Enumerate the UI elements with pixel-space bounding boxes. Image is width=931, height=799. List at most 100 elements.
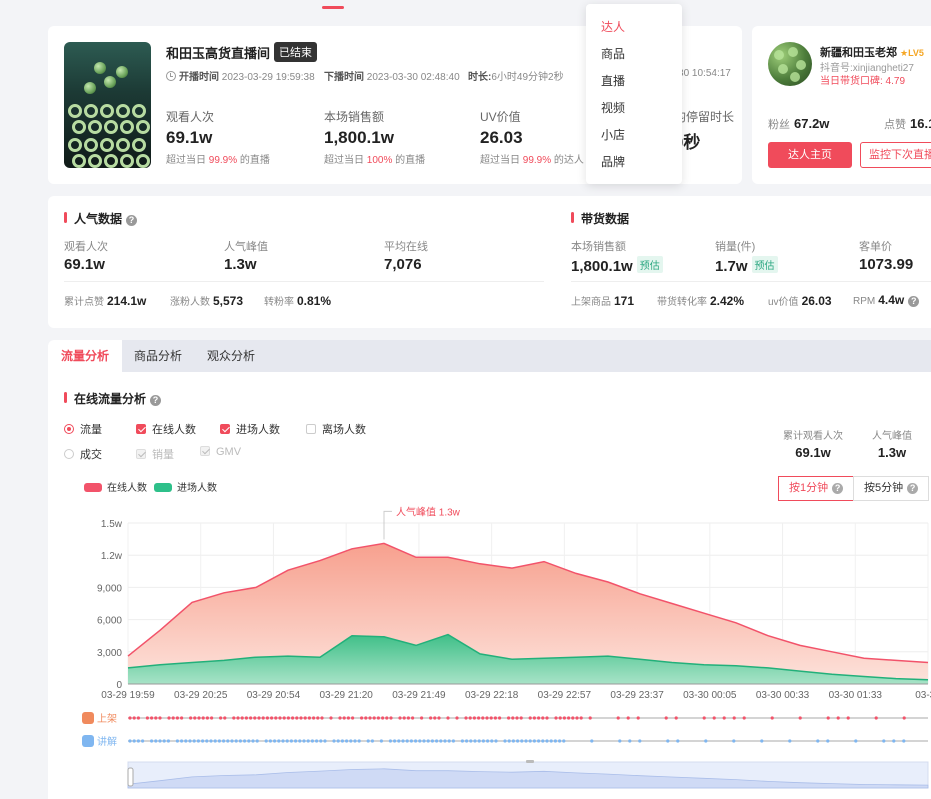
explain-row-dot: [481, 739, 485, 743]
x-tick-label: 03-29 23:37: [610, 690, 664, 701]
menu-item-live[interactable]: 直播: [601, 72, 625, 89]
x-tick-label: 03-29 21:20: [319, 690, 373, 701]
x-tick-label: 03-29 22:18: [465, 690, 519, 701]
listing-row-dot: [316, 716, 320, 720]
listing-row-dot: [579, 716, 583, 720]
listing-row-dot: [385, 716, 389, 720]
explain-row-dot: [388, 739, 392, 743]
x-tick-label: 03-30 01:33: [829, 690, 883, 701]
explain-row-dot: [401, 739, 405, 743]
explain-row-dot: [447, 739, 451, 743]
explain-row-dot: [503, 739, 507, 743]
explain-row-dot: [319, 739, 323, 743]
listing-row-dot: [346, 716, 350, 720]
y-tick-label: 1.5w: [101, 519, 123, 530]
explain-row-dot: [618, 739, 622, 743]
explain-row-dot: [760, 739, 764, 743]
listing-row-dot: [433, 716, 437, 720]
explain-row-dot: [537, 739, 541, 743]
traffic-chart[interactable]: 03,0006,0009,0001.2w1.5w03-29 19:59 03-29…: [0, 0, 931, 799]
explain-row-dot: [289, 739, 293, 743]
explain-row-dot: [247, 739, 251, 743]
explain-row-dot: [336, 739, 340, 743]
explain-row-dot: [230, 739, 234, 743]
listing-row-dot: [342, 716, 346, 720]
explain-row-dot: [469, 739, 473, 743]
explain-row-dot: [520, 739, 524, 743]
explain-row-dot: [409, 739, 413, 743]
listing-row-dot: [274, 716, 278, 720]
x-tick-label: 03-29 19:59: [101, 690, 155, 701]
explain-row-dot: [788, 739, 792, 743]
explain-row-dot: [816, 739, 820, 743]
explain-row-dot: [332, 739, 336, 743]
explain-row-dot: [414, 739, 418, 743]
explain-row-dot: [315, 739, 319, 743]
listing-row-dot: [320, 716, 324, 720]
explain-row-dot: [370, 739, 374, 743]
explain-row-dot: [251, 739, 255, 743]
listing-row-dot: [158, 716, 162, 720]
explain-row-dot: [285, 739, 289, 743]
explain-row-dot: [349, 739, 353, 743]
listing-row-dot: [616, 716, 620, 720]
menu-item-product[interactable]: 商品: [601, 45, 625, 62]
listing-row-dot: [295, 716, 299, 720]
x-tick-label: 03-29 22:57: [538, 690, 592, 701]
listing-row-dot: [429, 716, 433, 720]
listing-row-dot: [770, 716, 774, 720]
menu-item-influencer[interactable]: 达人: [601, 18, 625, 35]
listing-row-dot: [232, 716, 236, 720]
menu-item-brand[interactable]: 品牌: [601, 153, 625, 170]
listing-row-dot: [303, 716, 307, 720]
explain-row-dot: [192, 739, 196, 743]
listing-row-dot: [360, 716, 364, 720]
explain-row-dot: [188, 739, 192, 743]
listing-row-dot: [154, 716, 158, 720]
listing-row-dot: [210, 716, 214, 720]
listing-row-dot: [537, 716, 541, 720]
listing-row-dot: [150, 716, 154, 720]
listing-row-dot: [477, 716, 481, 720]
listing-row-dot: [389, 716, 393, 720]
explain-row-dot: [136, 739, 140, 743]
listing-row-dot: [261, 716, 265, 720]
explain-row-dot: [353, 739, 357, 743]
nav-dropdown-menu: 达人 商品 直播 视频 小店 品牌: [586, 4, 682, 184]
listing-row-dot: [338, 716, 342, 720]
listing-row-dot: [481, 716, 485, 720]
listing-row-dot: [223, 716, 227, 720]
explain-row-dot: [184, 739, 188, 743]
listing-row-dot: [798, 716, 802, 720]
menu-item-video[interactable]: 视频: [601, 99, 625, 116]
explain-row-dot: [209, 739, 213, 743]
explain-row-dot: [205, 739, 209, 743]
range-slider-left-handle: [127, 767, 134, 787]
listing-row-dot: [411, 716, 415, 720]
explain-row-dot: [201, 739, 205, 743]
explain-row-dot: [310, 739, 314, 743]
explain-row-dot: [562, 739, 566, 743]
menu-item-shop[interactable]: 小店: [601, 126, 625, 143]
explain-row-icon: [82, 735, 94, 747]
listing-row-dot: [455, 716, 459, 720]
explain-row-dot: [405, 739, 409, 743]
listing-row-dot: [307, 716, 311, 720]
x-tick-label: 03-30 00:05: [683, 690, 737, 701]
explain-row-dot: [213, 739, 217, 743]
explain-row-dot: [379, 739, 383, 743]
listing-row-dot: [381, 716, 385, 720]
explain-row-dot: [426, 739, 430, 743]
listing-row-dot: [249, 716, 253, 720]
listing-row-dot: [257, 716, 261, 720]
explain-row-dot: [298, 739, 302, 743]
explain-row-dot: [676, 739, 680, 743]
explain-row-dot: [549, 739, 553, 743]
listing-row-dot: [575, 716, 579, 720]
listing-row-dot: [189, 716, 193, 720]
explain-row-dot: [222, 739, 226, 743]
peak-annotation-label: 人气峰值 1.3w: [396, 505, 461, 518]
listing-row-dot: [489, 716, 493, 720]
explain-row-dot: [422, 739, 426, 743]
listing-row-dot: [132, 716, 136, 720]
